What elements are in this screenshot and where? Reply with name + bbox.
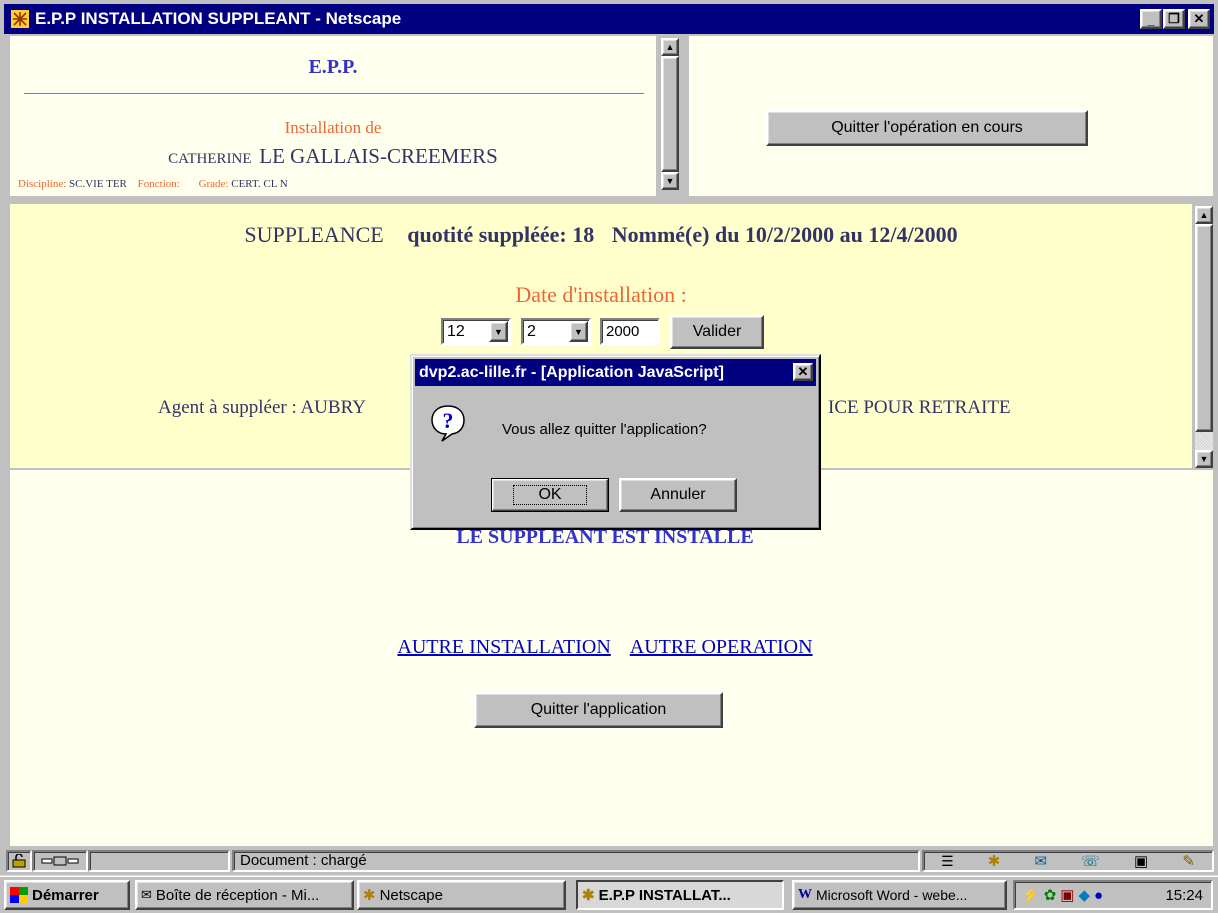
scroll-down-arrow-icon[interactable]: ▼ <box>1195 450 1213 468</box>
system-tray: ⚡ ✿ ▣ ◆ ● 15:24 <box>1013 880 1213 910</box>
date-installation-label: Date d'installation : <box>515 282 687 307</box>
word-icon: W <box>798 887 812 902</box>
ok-button[interactable]: OK <box>491 478 609 512</box>
task-word[interactable]: W Microsoft Word - webe... <box>792 880 1007 910</box>
quotite-text: quotité suppléée: 18 <box>407 222 595 247</box>
component-bar: ☰ ✱ ✉ ☏ ▣ ✎ <box>922 850 1214 872</box>
day-value: 12 <box>447 322 465 340</box>
header-frame: E.P.P. Installation de CATHERINE LE GALL… <box>10 36 656 196</box>
netscape-icon: ✱ <box>363 887 376 904</box>
task-inbox[interactable]: ✉ Boîte de réception - Mi... <box>135 880 354 910</box>
tray-icon-5[interactable]: ● <box>1094 887 1103 904</box>
agent-label: Agent à suppléer : AUBRY <box>158 397 366 418</box>
tray-icon-2[interactable]: ✿ <box>1044 886 1057 904</box>
maximize-button[interactable]: ❐ <box>1163 9 1185 29</box>
scroll-up-arrow-icon[interactable]: ▲ <box>661 38 679 56</box>
window-titlebar[interactable]: E.P.P INSTALLATION SUPPLEANT - Netscape … <box>4 4 1214 34</box>
grade-label: Grade: <box>198 178 229 190</box>
tray-icon-4[interactable]: ◆ <box>1078 886 1090 904</box>
task-label: Microsoft Word - webe... <box>816 887 968 903</box>
status-text: Document : chargé <box>232 850 920 872</box>
header-scrollbar[interactable]: ▲ ▼ <box>661 38 679 190</box>
scroll-thumb[interactable] <box>1195 224 1213 432</box>
dialog-close-icon[interactable]: ✕ <box>793 363 813 381</box>
last-name: LE GALLAIS-CREEMERS <box>259 144 498 168</box>
minimize-button[interactable]: _ <box>1140 9 1162 29</box>
month-select[interactable]: 2 ▼ <box>521 318 591 345</box>
scroll-thumb[interactable] <box>661 56 679 172</box>
suppleance-scrollbar[interactable]: ▲ ▼ <box>1195 206 1213 468</box>
edit-icon[interactable]: ✎ <box>1182 852 1195 870</box>
progress-bar <box>88 850 230 872</box>
actions-frame: Quitter l'opération en cours <box>689 36 1213 196</box>
quit-operation-button[interactable]: Quitter l'opération en cours <box>766 110 1088 146</box>
chevron-down-icon[interactable]: ▼ <box>489 321 508 342</box>
day-select[interactable]: 12 ▼ <box>441 318 511 345</box>
connection-icon <box>32 850 88 872</box>
ok-label: OK <box>513 485 587 505</box>
agent-reason: ICE POUR RETRAITE <box>828 397 1011 418</box>
task-label: E.P.P INSTALLAT... <box>598 886 731 904</box>
navigation-links: AUTRE INSTALLATION AUTRE OPERATION <box>10 636 1200 659</box>
discussion-icon[interactable]: ☏ <box>1081 852 1100 870</box>
svg-text:?: ? <box>443 408 454 433</box>
status-bar: Document : chargé ☰ ✱ ✉ ☏ ▣ ✎ <box>0 847 1218 875</box>
discipline-label: Discipline: <box>18 178 67 190</box>
cancel-button[interactable]: Annuler <box>619 478 737 512</box>
task-label: Boîte de réception - Mi... <box>155 886 320 904</box>
close-button[interactable]: ✕ <box>1188 9 1210 29</box>
year-value: 2000 <box>606 323 640 340</box>
grade-value: CERT. CL N <box>231 178 288 190</box>
first-name: CATHERINE <box>168 151 252 167</box>
other-operation-link[interactable]: AUTRE OPERATION <box>630 636 813 658</box>
security-lock-icon[interactable] <box>6 850 32 872</box>
inbox-icon: ✉ <box>141 887 152 902</box>
quit-application-button[interactable]: Quitter l'application <box>474 692 723 728</box>
dialog-message: Vous allez quitter l'application? <box>502 421 707 438</box>
task-netscape[interactable]: ✱ Netscape <box>357 880 566 910</box>
netscape-icon <box>9 8 31 30</box>
question-icon: ? <box>430 404 466 442</box>
tray-icon-1[interactable]: ⚡ <box>1021 886 1040 904</box>
windows-logo-icon <box>10 887 28 903</box>
task-label: Netscape <box>379 886 443 904</box>
fonction-label: Fonction: <box>137 178 180 190</box>
person-name: CATHERINE LE GALLAIS-CREEMERS <box>10 144 656 169</box>
year-input[interactable]: 2000 <box>600 318 660 345</box>
dialog-title: dvp2.ac-lille.fr - [Application JavaScri… <box>419 363 724 381</box>
clock[interactable]: 15:24 <box>1165 887 1203 904</box>
start-button[interactable]: Démarrer <box>4 880 130 910</box>
header-divider <box>24 93 644 95</box>
month-value: 2 <box>527 322 536 340</box>
navigator-icon[interactable]: ✱ <box>988 852 1001 870</box>
composer-icon[interactable]: ▣ <box>1134 852 1148 870</box>
suppleance-summary: SUPPLEANCE quotité suppléée: 18 Nommé(e)… <box>10 222 1192 248</box>
nomination-dates: Nommé(e) du 10/2/2000 au 12/4/2000 <box>611 222 958 247</box>
dialog-titlebar[interactable]: dvp2.ac-lille.fr - [Application JavaScri… <box>415 359 816 386</box>
list-icon[interactable]: ☰ <box>941 853 954 870</box>
other-installation-link[interactable]: AUTRE INSTALLATION <box>397 636 610 658</box>
app-heading: E.P.P. <box>308 56 358 78</box>
tray-icon-3[interactable]: ▣ <box>1060 886 1074 904</box>
person-details: Discipline: SC.VIE TER Fonction: Grade: … <box>18 178 288 190</box>
task-epp-installation[interactable]: ✱ E.P.P INSTALLAT... <box>576 880 784 910</box>
suppleance-label: SUPPLEANCE <box>244 222 384 247</box>
validate-button[interactable]: Valider <box>670 315 764 349</box>
start-label: Démarrer <box>32 886 99 904</box>
chevron-down-icon[interactable]: ▼ <box>569 321 588 342</box>
installation-label: Installation de <box>284 118 382 137</box>
netscape-icon: ✱ <box>582 887 595 904</box>
mail-icon[interactable]: ✉ <box>1034 852 1047 870</box>
discipline-value: SC.VIE TER <box>69 178 127 190</box>
javascript-dialog: dvp2.ac-lille.fr - [Application JavaScri… <box>410 354 821 530</box>
scroll-down-arrow-icon[interactable]: ▼ <box>661 172 679 190</box>
window-title: E.P.P INSTALLATION SUPPLEANT - Netscape <box>35 9 402 28</box>
taskbar: Démarrer ✉ Boîte de réception - Mi... ✱ … <box>0 875 1218 913</box>
scroll-up-arrow-icon[interactable]: ▲ <box>1195 206 1213 224</box>
